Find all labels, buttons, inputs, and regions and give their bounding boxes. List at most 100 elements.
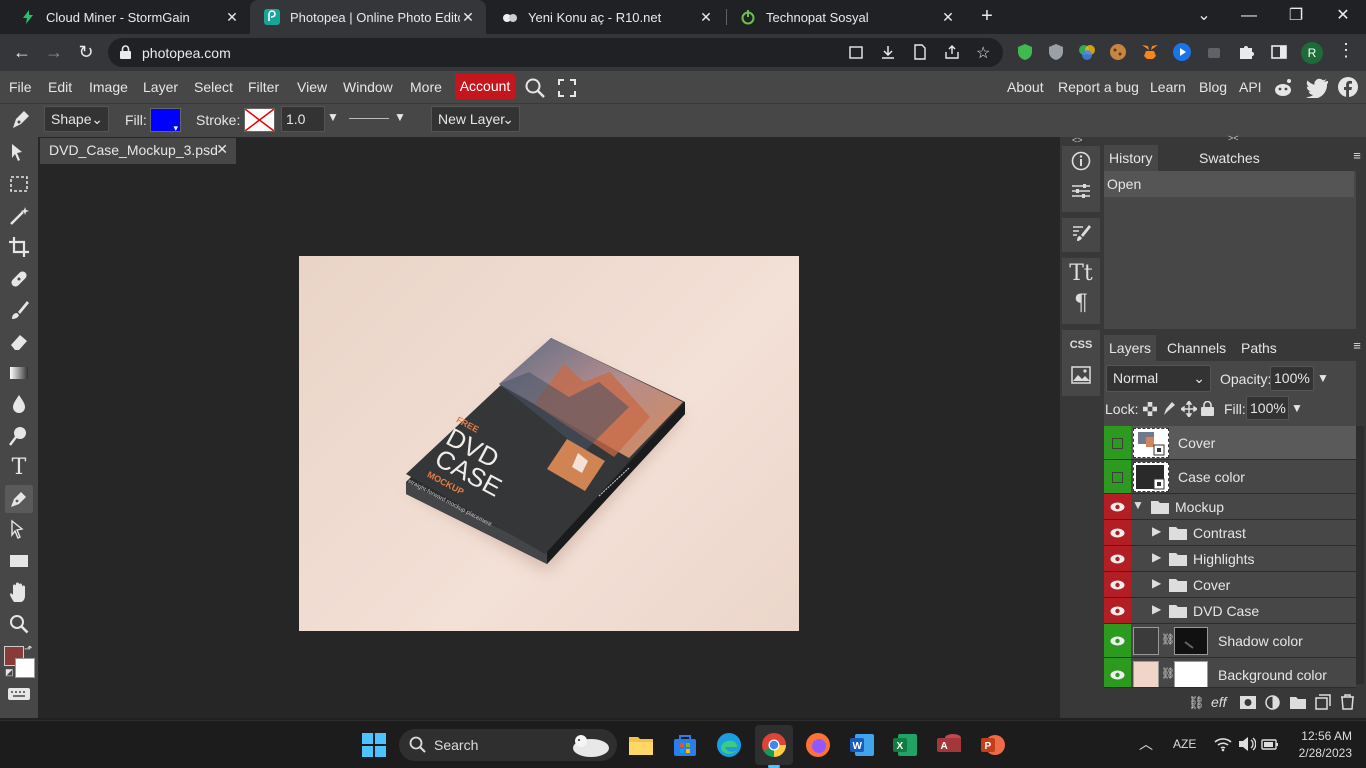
mode-dropdown[interactable]: Shape ⌄: [44, 106, 109, 132]
layer-row-highlights[interactable]: ▶ Highlights: [1104, 546, 1356, 572]
paragraph-icon[interactable]: ¶: [1062, 288, 1100, 318]
gradient-tool-icon[interactable]: [5, 359, 33, 387]
layer-fill-input[interactable]: 100%: [1246, 396, 1289, 420]
link-blog[interactable]: Blog: [1199, 79, 1227, 95]
path-select-tool-icon[interactable]: [5, 516, 33, 544]
keyboard-icon[interactable]: [8, 687, 30, 701]
browser-tab-r10[interactable]: Yeni Konu aç - R10.net ✕: [488, 0, 724, 34]
link-report-bug[interactable]: Report a bug: [1058, 79, 1139, 95]
magic-wand-tool-icon[interactable]: [5, 202, 33, 230]
page-icon[interactable]: [912, 44, 928, 60]
account-button[interactable]: Account: [455, 74, 515, 99]
battery-icon[interactable]: [1261, 736, 1279, 752]
adjustment-layer-icon[interactable]: [1265, 695, 1280, 710]
facebook-icon[interactable]: [1338, 77, 1358, 97]
close-window-button[interactable]: ✕: [1329, 5, 1357, 27]
forward-button[interactable]: →: [42, 40, 66, 64]
layers-panel-menu-icon[interactable]: ≡: [1348, 338, 1366, 358]
collapse-triangle-icon[interactable]: ▼: [1132, 498, 1144, 512]
word-icon[interactable]: W: [849, 732, 875, 758]
effects-button[interactable]: eff: [1211, 694, 1227, 710]
menu-more[interactable]: More: [410, 79, 442, 95]
back-button[interactable]: ←: [10, 40, 34, 64]
visibility-toggle[interactable]: [1104, 658, 1131, 687]
crop-tool-icon[interactable]: [5, 233, 33, 261]
layer-fill-arrow-icon[interactable]: ▼: [1291, 401, 1303, 415]
robot-extension-icon[interactable]: [1204, 42, 1224, 62]
chain-link-icon[interactable]: ⛓: [1161, 667, 1175, 680]
input-language[interactable]: AZE: [1173, 737, 1196, 751]
close-document-icon[interactable]: ✕: [216, 141, 228, 158]
clock-date[interactable]: 2/28/2023: [1294, 746, 1352, 760]
stroke-style-line[interactable]: [349, 118, 389, 119]
layer-row-contrast[interactable]: ▶ Contrast: [1104, 520, 1356, 546]
zoom-tool-icon[interactable]: [5, 610, 33, 638]
menu-image[interactable]: Image: [89, 79, 128, 95]
address-bar[interactable]: photopea.com ☆: [108, 38, 1003, 67]
powerpoint-icon[interactable]: P: [980, 732, 1006, 758]
windows-start-icon[interactable]: [361, 732, 387, 758]
menu-edit[interactable]: Edit: [48, 79, 72, 95]
default-colors-icon[interactable]: ◩: [5, 667, 14, 678]
stroke-style-arrow-icon[interactable]: ▼: [394, 110, 406, 124]
marquee-tool-icon[interactable]: [5, 170, 33, 198]
kebab-menu-icon[interactable]: ⋮: [1337, 40, 1355, 61]
visibility-toggle[interactable]: [1104, 624, 1131, 657]
css-icon[interactable]: CSS: [1062, 330, 1100, 360]
firefox-icon[interactable]: [805, 732, 831, 758]
healing-tool-icon[interactable]: [5, 265, 33, 293]
wifi-icon[interactable]: [1214, 736, 1232, 752]
background-color-swatch[interactable]: [15, 658, 35, 678]
link-layers-icon[interactable]: ⛓: [1188, 695, 1205, 711]
expand-triangle-icon[interactable]: ▶: [1152, 524, 1161, 538]
menu-view[interactable]: View: [297, 79, 327, 95]
tab-paths[interactable]: Paths: [1241, 340, 1277, 356]
new-tab-button[interactable]: +: [976, 5, 998, 27]
chain-link-icon[interactable]: ⛓: [1161, 633, 1175, 646]
metamask-extension-icon[interactable]: [1140, 42, 1160, 62]
share-icon[interactable]: [848, 44, 864, 60]
file-explorer-icon[interactable]: [628, 732, 654, 758]
layer-row-mockup[interactable]: ▼ Mockup: [1104, 494, 1356, 520]
minimize-button[interactable]: —: [1235, 5, 1263, 27]
visibility-toggle[interactable]: [1104, 572, 1131, 597]
menu-window[interactable]: Window: [343, 79, 393, 95]
reddit-icon[interactable]: [1272, 77, 1294, 99]
side-panel-icon[interactable]: [1269, 42, 1289, 62]
mask-icon[interactable]: [1240, 696, 1256, 709]
adjustments-icon[interactable]: [1062, 176, 1100, 206]
stroke-width-input[interactable]: 1.0 px: [281, 106, 325, 151]
swap-colors-icon[interactable]: ⬏: [24, 644, 32, 655]
visibility-toggle[interactable]: [1104, 520, 1131, 545]
shield-gray-extension-icon[interactable]: [1046, 42, 1066, 62]
visibility-toggle[interactable]: [1104, 460, 1131, 493]
opacity-arrow-icon[interactable]: ▼: [1317, 371, 1329, 385]
rectangle-tool-icon[interactable]: [5, 547, 33, 575]
stroke-width-arrow-icon[interactable]: ▼: [327, 110, 339, 124]
search-icon[interactable]: [524, 77, 546, 99]
tray-chevron-up-icon[interactable]: ︿: [1139, 734, 1153, 754]
browser-tab-technopat[interactable]: Technopat Sosyal ✕: [726, 0, 966, 34]
new-folder-icon[interactable]: [1290, 696, 1306, 709]
excel-icon[interactable]: X: [892, 732, 918, 758]
layer-row-cover[interactable]: Cover: [1104, 426, 1356, 460]
microsoft-store-icon[interactable]: [672, 732, 698, 758]
browser-tab-stormgain[interactable]: Cloud Miner - StormGain ✕: [6, 0, 250, 34]
reload-button[interactable]: ↻: [74, 40, 98, 64]
menu-file[interactable]: File: [9, 79, 32, 95]
layer-row-cover-folder[interactable]: ▶ Cover: [1104, 572, 1356, 598]
opacity-input[interactable]: 100%: [1270, 366, 1314, 391]
layer-row-background-color[interactable]: ⛓ Background color: [1104, 658, 1356, 688]
browser-tab-photopea[interactable]: Photopea | Online Photo Editor ✕: [250, 0, 486, 34]
close-tab-icon[interactable]: ✕: [940, 9, 956, 26]
shield-extension-icon[interactable]: [1015, 42, 1035, 62]
document-canvas[interactable]: FREE DVD CASE MOCKUP straight-forward mo…: [299, 256, 799, 631]
expand-triangle-icon[interactable]: ▶: [1152, 602, 1161, 616]
tab-history[interactable]: History: [1104, 145, 1158, 171]
expand-triangle-icon[interactable]: ▶: [1152, 576, 1161, 590]
layers-scrollbar[interactable]: [1356, 426, 1364, 684]
new-layer-dropdown[interactable]: New Layer ⌄: [431, 106, 520, 132]
link-about[interactable]: About: [1007, 79, 1044, 95]
clock-time[interactable]: 12:56 AM: [1298, 729, 1352, 743]
type-tool-icon[interactable]: T: [5, 453, 33, 481]
